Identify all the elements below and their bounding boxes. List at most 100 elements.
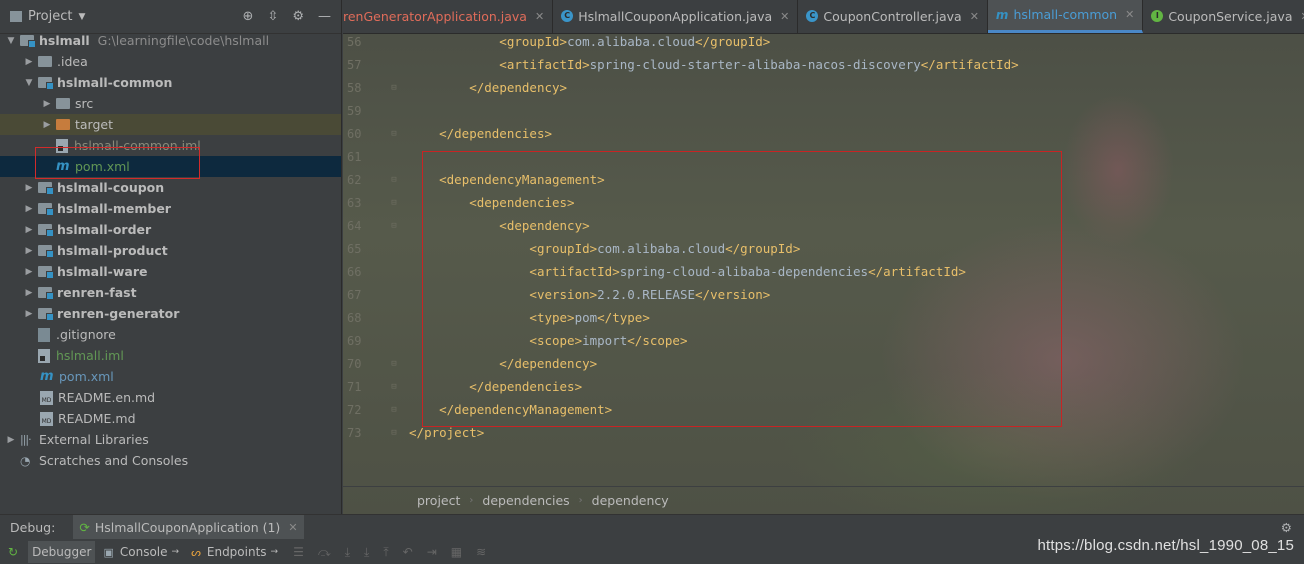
tree-item-readme-en[interactable]: MD README.en.md: [0, 387, 341, 408]
code-line[interactable]: 62 ⊟ <dependencyManagement>: [343, 168, 1304, 191]
step-over-icon[interactable]: ⤼: [318, 545, 331, 560]
fold-marker-icon[interactable]: ⊟: [379, 198, 409, 208]
code-line[interactable]: 73 ⊟ </project>: [343, 421, 1304, 444]
breadcrumb-item[interactable]: project: [417, 493, 460, 508]
code-line[interactable]: 58 ⊟ </dependency>: [343, 76, 1304, 99]
tree-item-hslmall-product[interactable]: ▶ hslmall-product: [0, 240, 341, 261]
close-icon[interactable]: ✕: [1300, 10, 1304, 23]
chevron-right-icon[interactable]: ▶: [22, 309, 36, 319]
fold-marker-icon[interactable]: ⊟: [379, 428, 409, 438]
tab-debugger[interactable]: Debugger: [28, 541, 96, 563]
force-step-into-icon[interactable]: ⤓: [364, 545, 369, 560]
tab-endpoints[interactable]: ᔕ Endpoints →: [187, 541, 282, 563]
chevron-right-icon[interactable]: ▶: [22, 225, 36, 235]
tree-item-hslmall-coupon[interactable]: ▶ hslmall-coupon: [0, 177, 341, 198]
tree-item-hslmall-common[interactable]: ▼ hslmall-common: [0, 72, 341, 93]
tree-item-hslmall-order[interactable]: ▶ hslmall-order: [0, 219, 341, 240]
debug-session-tab[interactable]: ⟳ HslmallCouponApplication (1) ✕: [73, 515, 304, 539]
tree-item-readme[interactable]: MD README.md: [0, 408, 341, 429]
tree-item-common-pom[interactable]: m pom.xml: [0, 156, 341, 177]
rerun-icon[interactable]: ↻: [8, 545, 18, 559]
fold-marker-icon[interactable]: ⊟: [379, 382, 409, 392]
code-area[interactable]: 56 <groupId>com.alibaba.cloud</groupId> 5…: [343, 30, 1304, 444]
xml-tag-name: dependencies: [476, 195, 568, 210]
close-icon[interactable]: ✕: [970, 10, 979, 23]
tree-item-src[interactable]: ▶ src: [0, 93, 341, 114]
tree-item-target[interactable]: ▶ target: [0, 114, 341, 135]
trace-icon[interactable]: ≋: [476, 545, 486, 559]
step-into-icon[interactable]: ⤓: [345, 545, 350, 560]
code-line[interactable]: 63 ⊟ <dependencies>: [343, 191, 1304, 214]
tree-item-hslmall[interactable]: ▼ hslmall G:\learningfile\code\hslmall: [0, 30, 341, 51]
chevron-right-icon[interactable]: ▶: [40, 99, 54, 109]
code-line[interactable]: 70 ⊟ </dependency>: [343, 352, 1304, 375]
chevron-down-icon[interactable]: ▼: [22, 78, 36, 88]
project-panel-title[interactable]: Project: [28, 9, 72, 24]
tree-item-hslmall-ware[interactable]: ▶ hslmall-ware: [0, 261, 341, 282]
code-line[interactable]: 61: [343, 145, 1304, 168]
chevron-down-icon[interactable]: ▼: [4, 36, 18, 46]
close-icon[interactable]: ✕: [780, 10, 789, 23]
fold-marker-icon[interactable]: ⊟: [379, 129, 409, 139]
breadcrumb-item[interactable]: dependencies: [482, 493, 569, 508]
show-execution-point-icon[interactable]: ☰: [293, 545, 304, 559]
tree-item-hslmall-iml[interactable]: hslmall.iml: [0, 345, 341, 366]
collapse-all-icon[interactable]: ⇳: [267, 9, 278, 24]
close-icon[interactable]: ✕: [535, 10, 544, 23]
code-line[interactable]: 66 <artifactId>spring-cloud-alibaba-depe…: [343, 260, 1304, 283]
code-line[interactable]: 57 <artifactId>spring-cloud-starter-alib…: [343, 53, 1304, 76]
code-line[interactable]: 68 <type>pom</type>: [343, 306, 1304, 329]
close-icon[interactable]: ✕: [288, 521, 297, 534]
chevron-down-icon[interactable]: ▼: [78, 12, 85, 22]
fold-marker-icon[interactable]: ⊟: [379, 405, 409, 415]
code-line[interactable]: 67 <version>2.2.0.RELEASE</version>: [343, 283, 1304, 306]
fold-marker-icon[interactable]: ⊟: [379, 83, 409, 93]
tree-item-hslmall-member[interactable]: ▶ hslmall-member: [0, 198, 341, 219]
tab-coupon-service[interactable]: I CouponService.java ✕: [1143, 0, 1304, 33]
chevron-right-icon[interactable]: ▶: [22, 288, 36, 298]
fold-marker-icon[interactable]: ⊟: [379, 359, 409, 369]
locate-icon[interactable]: ⊕: [243, 9, 254, 24]
code-line[interactable]: 72 ⊟ </dependencyManagement>: [343, 398, 1304, 421]
run-to-cursor-icon[interactable]: ⇥: [427, 545, 437, 559]
xml-tag-name: version: [710, 287, 763, 302]
drop-frame-icon[interactable]: ↶: [403, 545, 413, 559]
code-line[interactable]: 64 ⊟ <dependency>: [343, 214, 1304, 237]
tree-item-renren-fast[interactable]: ▶ renren-fast: [0, 282, 341, 303]
tab-coupon-application[interactable]: C HslmallCouponApplication.java ✕: [553, 0, 799, 33]
tab-generator-application[interactable]: renGeneratorApplication.java ✕: [343, 0, 554, 33]
code-line[interactable]: 71 ⊟ </dependencies>: [343, 375, 1304, 398]
tab-hslmall-common-pom[interactable]: m hslmall-common ✕: [987, 0, 1144, 33]
tree-item-idea[interactable]: ▶ .idea: [0, 51, 341, 72]
tree-item-scratches[interactable]: ◔ Scratches and Consoles: [0, 450, 341, 471]
close-icon[interactable]: ✕: [1125, 8, 1134, 21]
chevron-right-icon[interactable]: ▶: [4, 435, 18, 445]
tree-item-gitignore[interactable]: .gitignore: [0, 324, 341, 345]
tab-console[interactable]: ▣ Console →: [99, 541, 183, 563]
tree-item-renren-generator[interactable]: ▶ renren-generator: [0, 303, 341, 324]
evaluate-icon[interactable]: ▦: [451, 545, 462, 559]
chevron-right-icon[interactable]: ▶: [22, 204, 36, 214]
xml-tag-name: artifactId: [883, 264, 959, 279]
gear-icon[interactable]: ⚙: [292, 9, 304, 24]
chevron-right-icon[interactable]: ▶: [22, 246, 36, 256]
code-line[interactable]: 65 <groupId>com.alibaba.cloud</groupId>: [343, 237, 1304, 260]
tree-item-common-iml[interactable]: hslmall-common.iml: [0, 135, 341, 156]
step-out-icon[interactable]: ⤒: [383, 545, 388, 560]
chevron-right-icon[interactable]: ▶: [22, 183, 36, 193]
code-line[interactable]: 56 <groupId>com.alibaba.cloud</groupId>: [343, 30, 1304, 53]
fold-marker-icon[interactable]: ⊟: [379, 221, 409, 231]
code-line[interactable]: 69 <scope>import</scope>: [343, 329, 1304, 352]
tree-item-root-pom[interactable]: m pom.xml: [0, 366, 341, 387]
tree-item-external-libraries[interactable]: ▶ |||· External Libraries: [0, 429, 341, 450]
fold-marker-icon[interactable]: ⊟: [379, 175, 409, 185]
tab-coupon-controller[interactable]: C CouponController.java ✕: [798, 0, 988, 33]
gear-icon[interactable]: ⚙: [1281, 520, 1292, 535]
breadcrumb-item[interactable]: dependency: [592, 493, 669, 508]
code-line[interactable]: 60 ⊟ </dependencies>: [343, 122, 1304, 145]
code-line[interactable]: 59: [343, 99, 1304, 122]
chevron-right-icon[interactable]: ▶: [40, 120, 54, 130]
chevron-right-icon[interactable]: ▶: [22, 267, 36, 277]
minimize-icon[interactable]: —: [318, 9, 331, 24]
chevron-right-icon[interactable]: ▶: [22, 57, 36, 67]
